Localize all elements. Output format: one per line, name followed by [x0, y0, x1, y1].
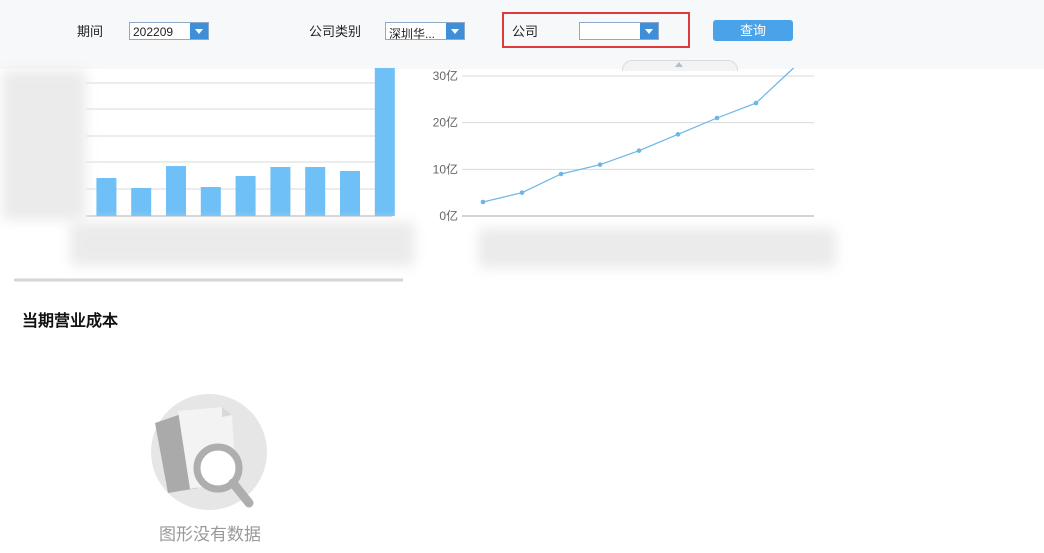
company-type-value: 深圳华...	[389, 27, 436, 41]
y-tick-label: 20亿	[433, 115, 458, 130]
line-point[interactable]	[519, 190, 525, 195]
bar-mark[interactable]	[305, 167, 326, 216]
chevron-down-icon[interactable]	[446, 23, 464, 39]
bar-mark[interactable]	[270, 167, 291, 216]
company-type-label: 公司类别	[309, 24, 362, 39]
blurred-x-labels	[478, 228, 836, 268]
bar-mark[interactable]	[166, 166, 186, 216]
y-tick-label: 0亿	[439, 208, 458, 223]
company-type-select[interactable]: 深圳华...	[385, 22, 465, 41]
line-point[interactable]	[480, 199, 486, 205]
filter-toolbar: 期间 202209 公司类别 深圳华... 公司 查询	[0, 0, 1044, 69]
line-point[interactable]	[597, 162, 603, 167]
bar-mark[interactable]	[340, 171, 360, 216]
line-point[interactable]	[675, 132, 681, 137]
line-chart: 0亿 10亿 20亿 30亿	[433, 67, 814, 223]
chevron-down-icon[interactable]	[640, 23, 658, 39]
company-select[interactable]	[579, 22, 659, 40]
blurred-axis-labels	[2, 70, 86, 220]
period-select[interactable]: 202209	[129, 22, 209, 40]
line-point[interactable]	[714, 115, 720, 121]
y-tick-label: 10亿	[433, 161, 458, 176]
no-data-search-icon	[150, 393, 268, 511]
no-data-text: 图形没有数据	[159, 525, 261, 544]
series-line	[482, 67, 794, 203]
line-point[interactable]	[636, 148, 642, 153]
line-point[interactable]	[753, 100, 759, 106]
bar-mark[interactable]	[131, 188, 152, 216]
line-point[interactable]	[558, 171, 564, 177]
blurred-x-labels	[70, 222, 415, 266]
bar-mark[interactable]	[374, 68, 395, 216]
bar-mark[interactable]	[235, 176, 256, 216]
section-title: 当期营业成本	[22, 313, 119, 330]
bar-mark[interactable]	[96, 178, 117, 216]
y-tick-label: 30亿	[433, 68, 458, 83]
bar-mark[interactable]	[200, 187, 221, 216]
company-label: 公司	[512, 24, 539, 39]
period-value: 202209	[133, 25, 174, 39]
period-label: 期间	[77, 24, 104, 39]
chevron-down-icon[interactable]	[190, 23, 208, 39]
query-button[interactable]: 查询	[713, 20, 793, 41]
